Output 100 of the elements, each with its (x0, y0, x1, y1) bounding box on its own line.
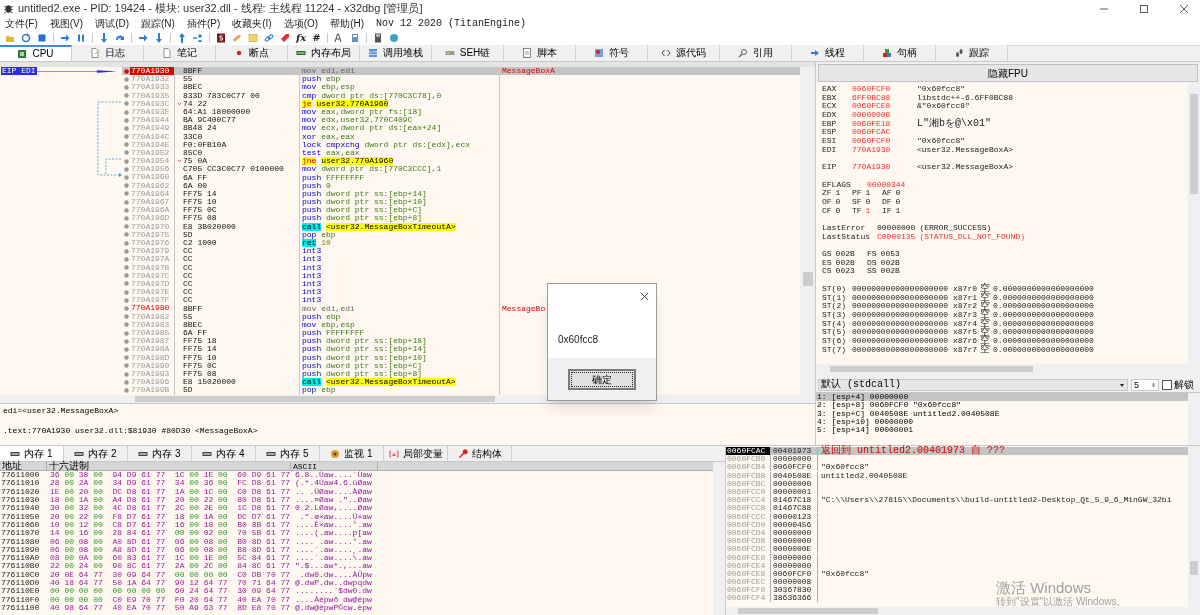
close-icon[interactable] (1179, 3, 1189, 14)
folder-icon[interactable] (5, 33, 15, 43)
breakpoint-dot-icon[interactable] (123, 199, 129, 205)
toolbar-button[interactable]: fx (296, 33, 307, 43)
unlock-checkbox[interactable] (1162, 380, 1172, 390)
breakpoint-dot-icon[interactable] (123, 355, 129, 361)
tab[interactable]: 线程 (792, 45, 864, 61)
breakpoint-dot-icon[interactable] (123, 76, 129, 82)
scrollbar[interactable] (1188, 393, 1200, 445)
step-into-icon[interactable] (99, 33, 109, 43)
argument-row[interactable]: 5: [esp+14] 00000001 (816, 426, 1188, 435)
font-icon[interactable] (333, 33, 344, 43)
breakpoint-dot-icon[interactable] (123, 134, 129, 140)
arrow-right-icon[interactable] (138, 33, 148, 43)
menu-item[interactable]: 帮助(H) (330, 18, 365, 30)
tab[interactable]: SEH链 (432, 45, 504, 61)
link-icon[interactable] (264, 33, 274, 43)
breakpoint-dot-icon[interactable] (123, 117, 129, 123)
menu-item[interactable]: 文件(F) (5, 18, 38, 30)
spinner-arrows-icon[interactable] (1151, 381, 1156, 389)
breakpoint-dot-icon[interactable] (123, 207, 129, 213)
scrollbar[interactable] (1188, 82, 1200, 364)
user-arrow-icon[interactable] (193, 33, 203, 43)
breakpoint-dot-icon[interactable] (123, 371, 129, 377)
breakpoint-dot-icon[interactable] (123, 281, 129, 287)
breakpoint-dot-icon[interactable] (123, 68, 129, 74)
tab[interactable]: 内存布局 (288, 45, 360, 61)
tab[interactable]: 内存 1 (0, 446, 64, 461)
breakpoint-dot-icon[interactable] (123, 387, 129, 393)
bandage-icon[interactable] (232, 33, 242, 43)
breakpoint-dot-icon[interactable] (123, 166, 129, 172)
tab[interactable]: 跟踪 (936, 45, 1008, 61)
breakpoint-dot-icon[interactable] (123, 109, 129, 115)
menu-item[interactable]: 视图(V) (49, 18, 84, 30)
breakpoint-dot-icon[interactable] (123, 265, 129, 271)
breakpoint-dot-icon[interactable] (123, 297, 129, 303)
column-header[interactable]: ASCII (291, 462, 378, 470)
scrollbar[interactable] (713, 462, 725, 615)
breakpoint-dot-icon[interactable] (123, 289, 129, 295)
menu-item[interactable]: 收藏夹(I) (232, 18, 272, 30)
breakpoint-dot-icon[interactable] (123, 363, 129, 369)
tab[interactable]: 引用 (720, 45, 792, 61)
scrollbar[interactable] (1188, 446, 1200, 607)
note-icon[interactable] (248, 33, 258, 43)
tab[interactable]: 脚本 (504, 45, 576, 61)
breakpoint-dot-icon[interactable] (123, 314, 129, 320)
argument-row[interactable]: 3: [esp+C] 0040508E untitled2.0040508E (816, 409, 1188, 418)
globe-icon[interactable] (388, 33, 399, 43)
breakpoint-dot-icon[interactable] (123, 93, 129, 99)
calling-convention-dropdown[interactable]: 默认 (stdcall) (818, 379, 1128, 391)
restart-icon[interactable] (21, 33, 31, 43)
run-icon[interactable] (60, 33, 70, 43)
calculator-icon[interactable] (372, 33, 383, 43)
argument-row[interactable]: 4: [esp+10] 00000000 (816, 417, 1188, 427)
module-icon[interactable] (349, 33, 360, 43)
tab[interactable]: 日志 (72, 45, 144, 61)
breakpoint-dot-icon[interactable] (123, 240, 129, 246)
tab[interactable]: 源代码 (648, 45, 720, 61)
arrow-up-icon[interactable] (177, 33, 187, 43)
tab[interactable]: CPU (0, 45, 72, 61)
breakpoint-dot-icon[interactable] (123, 346, 129, 352)
argument-row[interactable]: 2: [esp+8] 0060FCF0 "0x60fcc8" (816, 401, 1188, 410)
menu-item[interactable]: 选项(O) (283, 18, 319, 30)
toolbar-button[interactable]: # (312, 33, 321, 43)
tab[interactable]: 调用堆栈 (360, 45, 432, 61)
menu-item[interactable]: 调试(D) (95, 18, 129, 30)
breakpoint-dot-icon[interactable] (123, 125, 129, 131)
script-icon[interactable] (216, 33, 226, 43)
breakpoint-dot-icon[interactable] (123, 142, 129, 148)
breakpoint-dot-icon[interactable] (123, 183, 129, 189)
breakpoint-dot-icon[interactable] (123, 248, 129, 254)
tag-icon[interactable] (280, 33, 290, 43)
breakpoint-dot-icon[interactable] (123, 273, 129, 279)
breakpoint-dot-icon[interactable] (123, 158, 129, 164)
ok-button[interactable]: 确定 (568, 368, 636, 390)
breakpoint-dot-icon[interactable] (123, 150, 129, 156)
hide-fpu-button[interactable]: 隐藏FPU (818, 64, 1198, 82)
breakpoint-dot-icon[interactable] (123, 224, 129, 230)
tab[interactable]: 符号 (576, 45, 648, 61)
breakpoint-dot-icon[interactable] (123, 215, 129, 221)
scrollbar[interactable] (800, 67, 815, 395)
breakpoint-dot-icon[interactable] (123, 306, 129, 312)
maximize-icon[interactable] (1139, 3, 1149, 14)
breakpoint-dot-icon[interactable] (123, 191, 129, 197)
step-over-icon[interactable] (115, 33, 125, 43)
stop-icon[interactable] (37, 33, 47, 43)
column-header[interactable]: 地址 (0, 462, 47, 470)
breakpoint-dot-icon[interactable] (123, 338, 129, 344)
selected-row[interactable]: 0060FCAC 00401973 返回到 untitled2.00401973 自 ??? (726, 447, 1188, 456)
breakpoint-dot-icon[interactable] (123, 101, 129, 107)
scrollbar[interactable] (0, 395, 815, 403)
breakpoint-dot-icon[interactable] (123, 379, 129, 385)
breakpoint-dot-icon[interactable] (123, 256, 129, 262)
tab[interactable]: 断点 (216, 45, 288, 61)
selected-row[interactable]: 770A1930 8BFF mov edi,edi MessageBoxA (122, 67, 800, 76)
pause-icon[interactable] (76, 33, 86, 43)
menu-item[interactable]: 插件(P) (186, 18, 221, 30)
tab[interactable]: 句柄 (864, 45, 936, 61)
breakpoint-dot-icon[interactable] (123, 232, 129, 238)
argument-count-spinner[interactable]: 5 (1131, 379, 1159, 391)
